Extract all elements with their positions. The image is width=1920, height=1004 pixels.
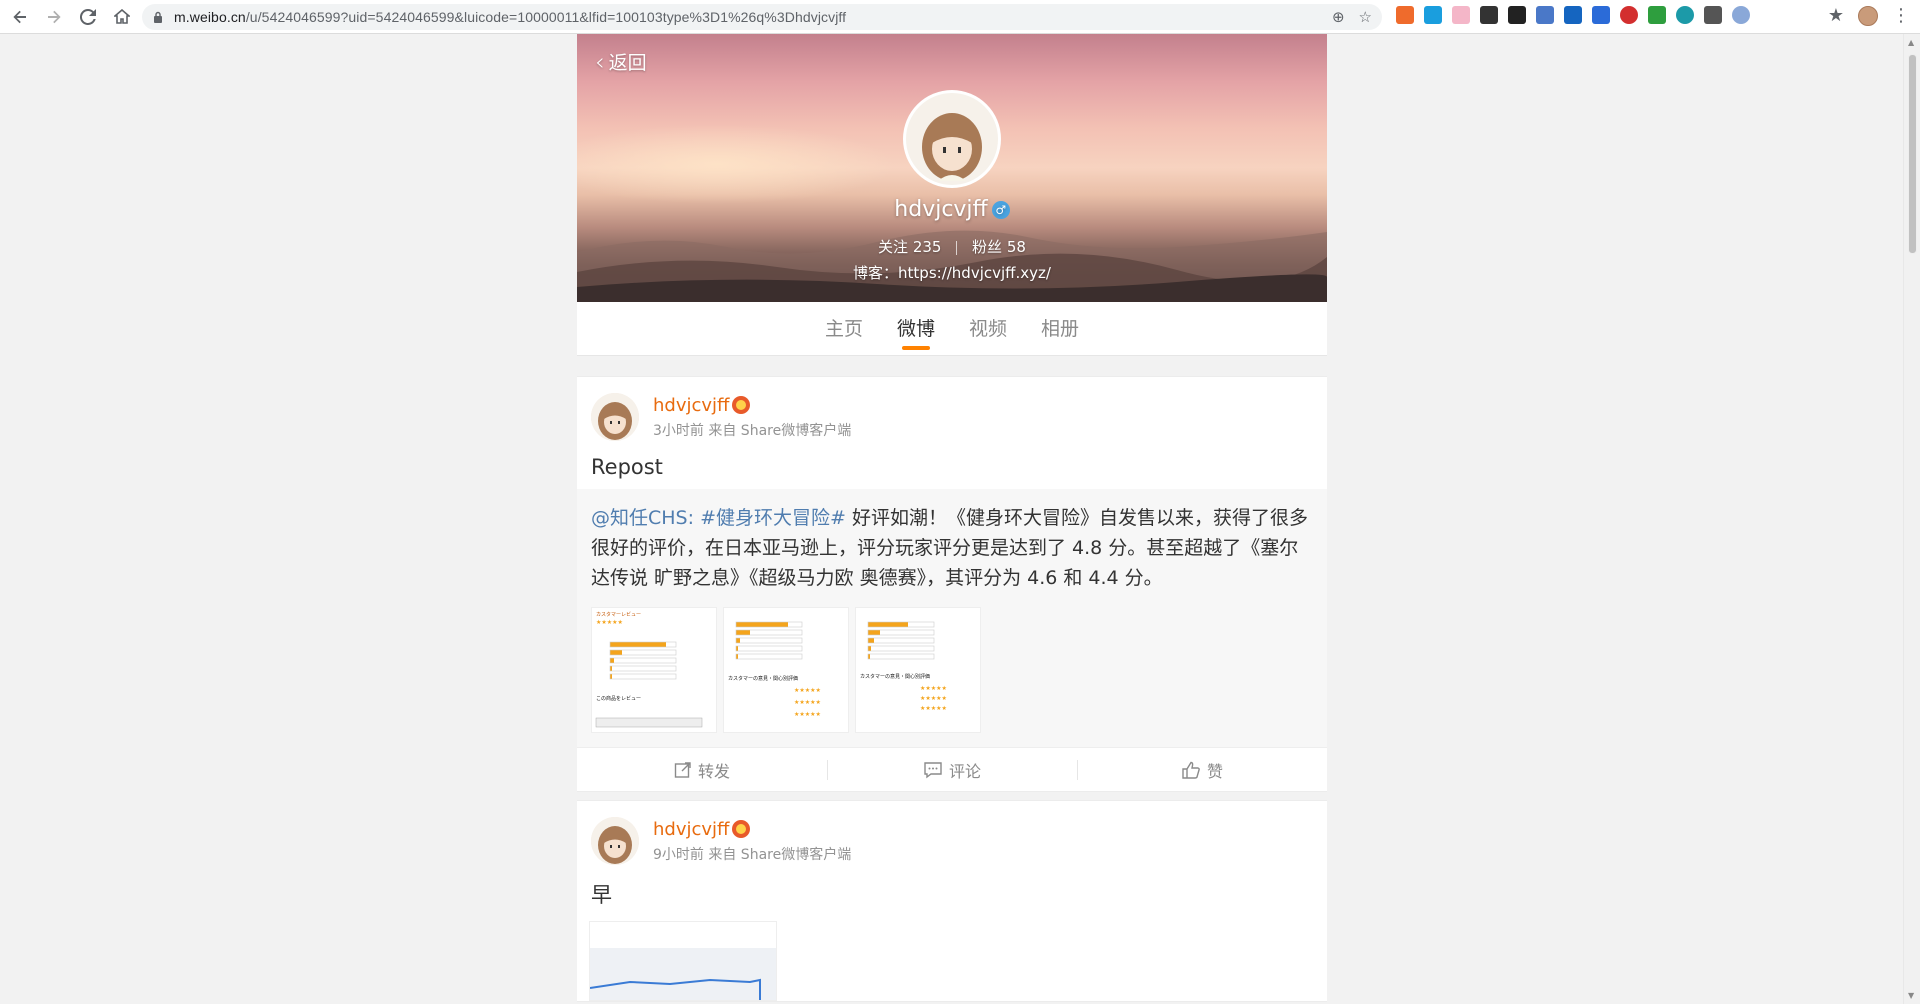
comment-button[interactable]: 评论	[827, 758, 1077, 782]
lock-icon	[152, 11, 164, 23]
post-image[interactable]: カスタマーレビュー ★★★★★ この商品をレビュー	[591, 607, 717, 733]
repost-button[interactable]: 转发	[577, 758, 827, 782]
weibo-page: ‹ 返回 hdvjcvjff ♂ 关注 235 粉丝 58 博客：https://…	[577, 34, 1327, 1004]
post-card: hdvjcvjff 9小时前 来自 Share微博客户端 早	[577, 800, 1327, 1002]
post-text: Repost	[591, 455, 663, 479]
tab-albums[interactable]: 相册	[1041, 302, 1079, 356]
extension-icon[interactable]	[1424, 6, 1442, 24]
menu-kebab-icon[interactable]: ⋮	[1892, 7, 1910, 25]
post-author-avatar[interactable]	[591, 393, 639, 441]
scrollbar[interactable]: ▲ ▼	[1903, 34, 1920, 1004]
extension-icon[interactable]	[1704, 6, 1722, 24]
profile-blog-link[interactable]: 博客：https://hdvjcvjff.xyz/	[577, 262, 1327, 283]
reposted-content[interactable]: @知任CHS: #健身环大冒险# 好评如潮！《健身环大冒险》自发售以来，获得了很…	[577, 489, 1327, 747]
back-button[interactable]: ‹ 返回	[595, 48, 647, 75]
svg-text:★★★★★: ★★★★★	[920, 685, 947, 692]
post-card: hdvjcvjff 3小时前 来自 Share微博客户端 Repost @知任C…	[577, 376, 1327, 792]
scroll-down-icon[interactable]: ▼	[1908, 991, 1914, 1000]
svg-text:★★★★★: ★★★★★	[794, 699, 821, 706]
post-image[interactable]: カスタマーの意見・関心別評価 ★★★★★ ★★★★★ ★★★★★	[723, 607, 849, 733]
bookmark-star-icon[interactable]: ☆	[1359, 8, 1372, 26]
vip-badge-icon	[732, 396, 751, 414]
tab-weibo[interactable]: 微博	[897, 302, 935, 356]
hashtag-link[interactable]: #健身环大冒险#	[700, 507, 846, 529]
scroll-up-icon[interactable]: ▲	[1908, 38, 1914, 47]
svg-text:★★★★★: ★★★★★	[794, 687, 821, 694]
male-icon: ♂	[991, 201, 1010, 219]
extension-icon[interactable]	[1648, 6, 1666, 24]
profile-stats: 关注 235 粉丝 58	[577, 236, 1327, 257]
like-button[interactable]: 赞	[1077, 758, 1327, 782]
comment-icon	[924, 761, 942, 778]
share-icon	[674, 761, 691, 778]
vip-badge-icon	[732, 820, 751, 838]
extension-icon[interactable]	[1508, 6, 1526, 24]
browser-toolbar: m.weibo.cn/u/5424046599?uid=5424046599&l…	[0, 0, 1920, 34]
svg-text:カスタマーの意見・関心別評価: カスタマーの意見・関心別評価	[728, 675, 798, 682]
add-icon[interactable]: ⊕	[1332, 8, 1345, 26]
back-arrow-icon[interactable]	[6, 3, 34, 31]
extension-icon[interactable]	[1564, 6, 1582, 24]
extension-icon[interactable]	[1396, 6, 1414, 24]
profile-tabs: 主页 微博 视频 相册	[577, 302, 1327, 356]
profile-username: hdvjcvjff ♂	[577, 197, 1327, 222]
svg-text:カスタマーレビュー: カスタマーレビュー	[596, 611, 641, 618]
repost-body: 好评如潮！《健身环大冒险》自发售以来，获得了很多很好的评价，在日本亚马逊上，评分…	[591, 507, 1308, 589]
forward-arrow-icon[interactable]	[40, 3, 68, 31]
followers-stat[interactable]: 粉丝 58	[972, 238, 1026, 256]
address-bar[interactable]: m.weibo.cn/u/5424046599?uid=5424046599&l…	[142, 4, 1382, 30]
extension-icon[interactable]	[1536, 6, 1554, 24]
post-meta: 3小时前 来自 Share微博客户端	[653, 422, 852, 439]
profile-header: ‹ 返回 hdvjcvjff ♂ 关注 235 粉丝 58 博客：https://…	[577, 34, 1327, 302]
post-image[interactable]	[589, 921, 777, 1001]
chevron-left-icon: ‹	[595, 47, 605, 76]
home-icon[interactable]	[108, 3, 136, 31]
svg-text:カスタマーの意見・関心別評価: カスタマーの意見・関心別評価	[860, 673, 930, 680]
extension-icon[interactable]	[1480, 6, 1498, 24]
extension-icon[interactable]	[1452, 6, 1470, 24]
star-icon[interactable]: ★	[1828, 7, 1844, 25]
post-author-name[interactable]: hdvjcvjff	[653, 395, 729, 416]
post-author-name[interactable]: hdvjcvjff	[653, 819, 729, 840]
extension-icon[interactable]	[1676, 6, 1694, 24]
following-stat[interactable]: 关注 235	[878, 238, 941, 256]
post-author-avatar[interactable]	[591, 817, 639, 865]
tab-home[interactable]: 主页	[825, 302, 863, 356]
extensions-bar	[1396, 6, 1750, 24]
post-text: 早	[591, 883, 612, 907]
url-text: m.weibo.cn/u/5424046599?uid=5424046599&l…	[174, 9, 847, 25]
tab-videos[interactable]: 视频	[969, 302, 1007, 356]
scrollbar-thumb[interactable]	[1908, 54, 1917, 254]
svg-text:★★★★★: ★★★★★	[794, 711, 821, 718]
profile-avatar-large[interactable]	[903, 90, 1001, 188]
adblock-icon[interactable]	[1620, 6, 1638, 24]
profile-avatar[interactable]	[1858, 6, 1878, 26]
extension-icon[interactable]	[1592, 6, 1610, 24]
mention-link[interactable]: @知任CHS:	[591, 507, 694, 529]
reload-icon[interactable]	[74, 3, 102, 31]
svg-text:★★★★★: ★★★★★	[920, 705, 947, 712]
post-image[interactable]: カスタマーの意見・関心別評価 ★★★★★ ★★★★★ ★★★★★	[855, 607, 981, 733]
extension-icon[interactable]	[1732, 6, 1750, 24]
post-actions: 转发 评论 赞	[577, 747, 1327, 791]
svg-text:この商品をレビュー: この商品をレビュー	[596, 695, 641, 702]
post-meta: 9小时前 来自 Share微博客户端	[653, 846, 852, 863]
svg-text:★★★★★: ★★★★★	[596, 619, 623, 626]
svg-text:★★★★★: ★★★★★	[920, 695, 947, 702]
thumbs-up-icon	[1182, 761, 1200, 779]
